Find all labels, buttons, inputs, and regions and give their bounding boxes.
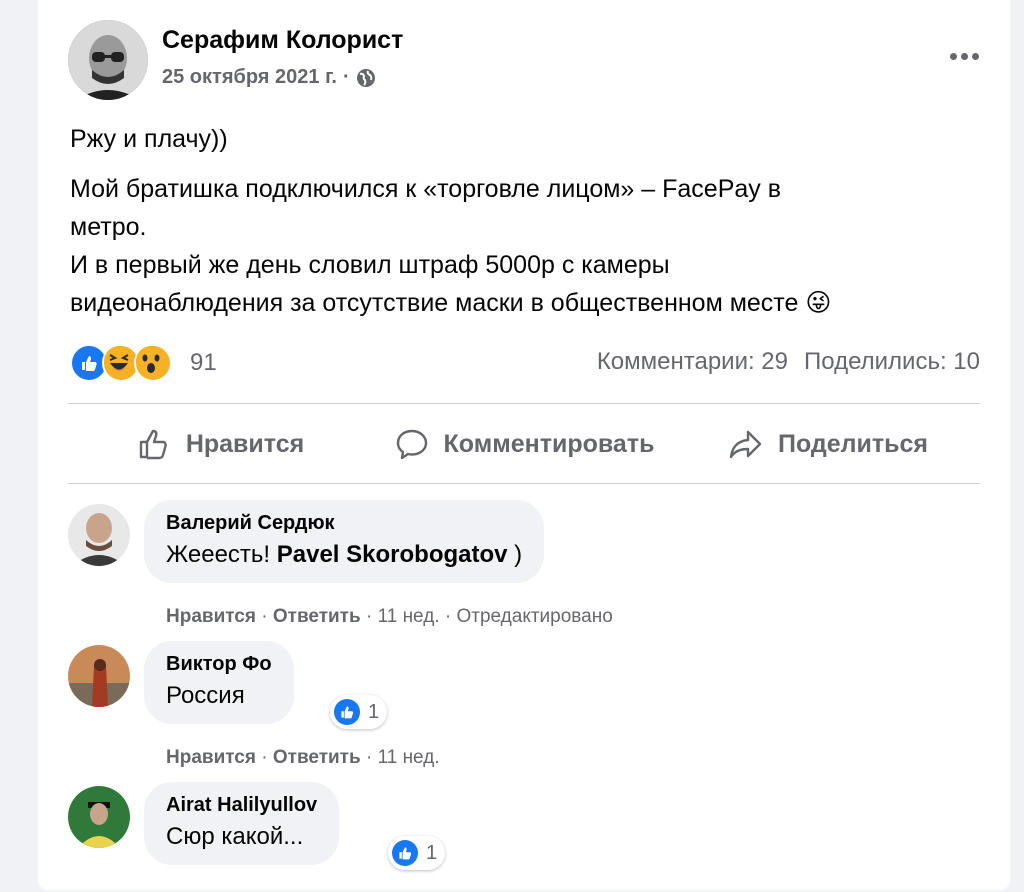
comment-bubble: Виктор Фо Россия — [144, 641, 294, 724]
comment-edited: Отредактировано — [456, 606, 613, 627]
comment-bubble: Валерий Сердюк Жееесть! Pavel Skorobogat… — [144, 500, 545, 583]
post-text-line2a: Мой братишка подключился к «торговле лиц… — [70, 175, 781, 203]
share-label: Поделиться — [777, 429, 929, 458]
post-header: Серафим Колорист 25 октября 2021 г. · — [68, 20, 980, 110]
comment-bubble: Airat Halilyullov Сюр какой... — [144, 782, 340, 865]
comment-meta: Нравится · Ответить · 11 нед. — [166, 747, 440, 768]
more-icon — [949, 52, 957, 60]
share-icon — [729, 430, 762, 459]
post-date[interactable]: 25 октября 2021 г. — [162, 66, 337, 89]
comment-text: Жееесть! Pavel Skorobogatov ) — [166, 541, 522, 569]
comment-item: Airat Halilyullov Сюр какой... 1 — [68, 782, 968, 892]
shares-count-link[interactable]: Поделились: 10 — [804, 348, 980, 376]
comment-reaction-count: 1 — [426, 841, 438, 864]
comment-label: Комментировать — [443, 429, 655, 458]
post-text-line3b: видеонаблюдения за отсутствие маски в об… — [70, 289, 832, 317]
comment-avatar[interactable] — [68, 645, 130, 707]
comment-like-link[interactable]: Нравится — [166, 747, 256, 768]
comments-count-link[interactable]: Комментарии: 29 — [597, 348, 788, 376]
comment-icon — [396, 429, 427, 460]
comment-reactions[interactable]: 1 — [388, 836, 446, 870]
comment-time[interactable]: 11 нед. — [378, 747, 440, 768]
comment-like-link[interactable]: Нравится — [166, 606, 256, 627]
post-card: Серафим Колорист 25 октября 2021 г. · Рж… — [38, 0, 1010, 890]
author-name[interactable]: Серафим Колорист — [162, 26, 403, 55]
globe-icon — [356, 68, 375, 87]
like-reaction-icon — [392, 840, 418, 866]
reactions-summary[interactable]: 91 — [70, 344, 217, 382]
divider-bottom — [68, 483, 980, 484]
comment-reactions[interactable]: 1 — [330, 695, 388, 729]
stats-right: Комментарии: 29 Поделились: 10 — [597, 348, 980, 376]
more-options-button[interactable] — [940, 44, 988, 68]
comment-reply-link[interactable]: Ответить — [273, 606, 361, 627]
comment-text: Россия — [166, 682, 245, 709]
post-text: Ржу и плачу)) Мой братишка подключился к… — [70, 120, 970, 322]
thumbs-up-icon — [139, 429, 167, 460]
comment-author[interactable]: Airat Halilyullov — [166, 794, 317, 817]
post-text-line3a: И в первый же день словил штраф 5000р с … — [70, 251, 670, 279]
divider-top — [68, 403, 980, 404]
comment-item: Виктор Фо Россия 1 Нравится · Ответить ·… — [68, 641, 968, 781]
like-reaction-icon — [334, 699, 360, 725]
like-button[interactable]: Нравится — [68, 405, 372, 483]
comment-item: Валерий Сердюк Жееесть! Pavel Skorobogat… — [68, 500, 968, 640]
comment-button[interactable]: Комментировать — [372, 405, 676, 483]
post-text-line2b: метро. — [70, 213, 147, 241]
comment-author[interactable]: Валерий Сердюк — [166, 512, 522, 535]
like-label: Нравится — [185, 429, 305, 458]
wow-reaction-icon — [134, 344, 172, 382]
post-text-line1: Ржу и плачу)) — [70, 125, 228, 153]
comment-author[interactable]: Виктор Фо — [166, 653, 272, 676]
comment-reaction-count: 1 — [368, 700, 380, 723]
action-bar: Нравится Комментировать Поделиться — [68, 405, 980, 483]
post-date-row: 25 октября 2021 г. · — [162, 66, 376, 89]
comment-mention[interactable]: Pavel Skorobogatov — [277, 541, 508, 568]
post-text-paragraph2: Мой братишка подключился к «торговле лиц… — [70, 170, 970, 322]
reaction-count: 91 — [190, 349, 217, 376]
comment-reply-link[interactable]: Ответить — [273, 747, 361, 768]
date-separator: · — [342, 66, 350, 88]
comment-meta: Нравится · Ответить · 11 нед. · Отредакт… — [166, 606, 613, 627]
comment-avatar[interactable] — [68, 786, 130, 848]
comment-text: Сюр какой... — [166, 823, 304, 850]
comment-text-prefix: Жееесть! — [166, 541, 277, 568]
comment-text-suffix: ) — [507, 541, 523, 568]
post-stats: 91 Комментарии: 29 Поделились: 10 — [68, 340, 980, 386]
share-button[interactable]: Поделиться — [676, 405, 980, 483]
comment-avatar[interactable] — [68, 504, 130, 566]
author-avatar[interactable] — [68, 20, 148, 100]
comment-time[interactable]: 11 нед. — [378, 606, 440, 627]
